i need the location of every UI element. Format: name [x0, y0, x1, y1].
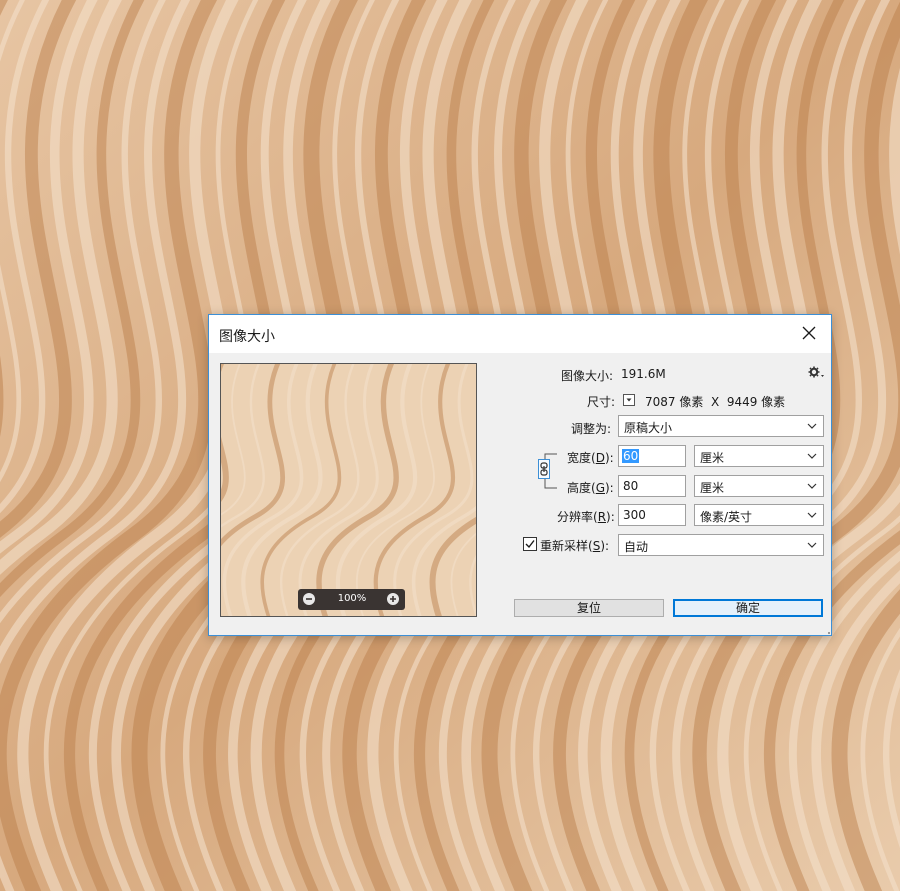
preview-thumbnail — [221, 364, 476, 616]
resample-method-select[interactable]: 自动 — [618, 534, 824, 556]
ok-button[interactable]: 确定 — [673, 599, 823, 617]
resample-checkbox[interactable] — [523, 537, 537, 551]
fit-to-label: 调整为: — [571, 422, 612, 436]
chevron-down-icon — [626, 398, 632, 402]
image-size-value: 191.6M — [621, 367, 666, 381]
chain-link-icon — [540, 462, 548, 476]
image-preview[interactable]: 100% — [220, 363, 477, 617]
resolution-value: 300 — [623, 508, 646, 522]
fit-to-value: 原稿大小 — [624, 421, 673, 435]
chevron-down-icon — [807, 512, 817, 518]
width-unit-select[interactable]: 厘米 — [694, 445, 824, 467]
dimensions-label: 尺寸: — [587, 395, 616, 409]
dialog-titlebar: 图像大小 — [209, 315, 831, 353]
image-size-dialog: 图像大小 100% 图像大小: 191.6M 尺寸: 7087 像素 X 944… — [208, 314, 832, 636]
width-input[interactable]: 60 — [618, 445, 686, 467]
zoom-in-button[interactable] — [387, 593, 399, 605]
height-label: 高度(G): — [567, 481, 614, 495]
zoom-level: 100% — [337, 593, 367, 604]
close-icon — [802, 326, 816, 340]
image-size-label: 图像大小: — [561, 369, 614, 383]
height-unit-select[interactable]: 厘米 — [694, 475, 824, 497]
zoom-control: 100% — [298, 589, 405, 610]
height-input[interactable]: 80 — [618, 475, 686, 497]
chevron-down-icon — [807, 423, 817, 429]
zoom-out-button[interactable] — [303, 593, 315, 605]
resample-method-value: 自动 — [624, 540, 649, 554]
resolution-input[interactable]: 300 — [618, 504, 686, 526]
resample-label: 重新采样(S): — [540, 539, 610, 553]
dialog-title: 图像大小 — [219, 329, 275, 345]
dimensions-value: 7087 像素 X 9449 像素 — [645, 395, 786, 409]
reset-button[interactable]: 复位 — [514, 599, 664, 617]
chevron-down-icon — [807, 453, 817, 459]
zoom-in-icon — [390, 596, 396, 602]
checkmark-icon — [525, 540, 535, 549]
dimensions-unit-dropdown[interactable] — [623, 394, 635, 406]
zoom-out-icon — [306, 598, 312, 600]
resolution-unit-select[interactable]: 像素/英寸 — [694, 504, 824, 526]
chevron-down-icon — [807, 483, 817, 489]
resolution-label: 分辨率(R): — [557, 510, 615, 524]
width-unit: 厘米 — [700, 451, 725, 465]
width-value: 60 — [622, 449, 640, 463]
resize-grip-icon[interactable] — [824, 628, 830, 634]
height-value: 80 — [623, 479, 639, 493]
constrain-proportions-toggle[interactable] — [538, 459, 550, 479]
chevron-down-icon — [807, 542, 817, 548]
fit-to-select[interactable]: 原稿大小 — [618, 415, 824, 437]
width-label: 宽度(D): — [567, 451, 614, 465]
close-button[interactable] — [787, 315, 831, 353]
gear-icon[interactable] — [807, 365, 825, 381]
height-unit: 厘米 — [700, 481, 725, 495]
resolution-unit: 像素/英寸 — [700, 510, 753, 524]
